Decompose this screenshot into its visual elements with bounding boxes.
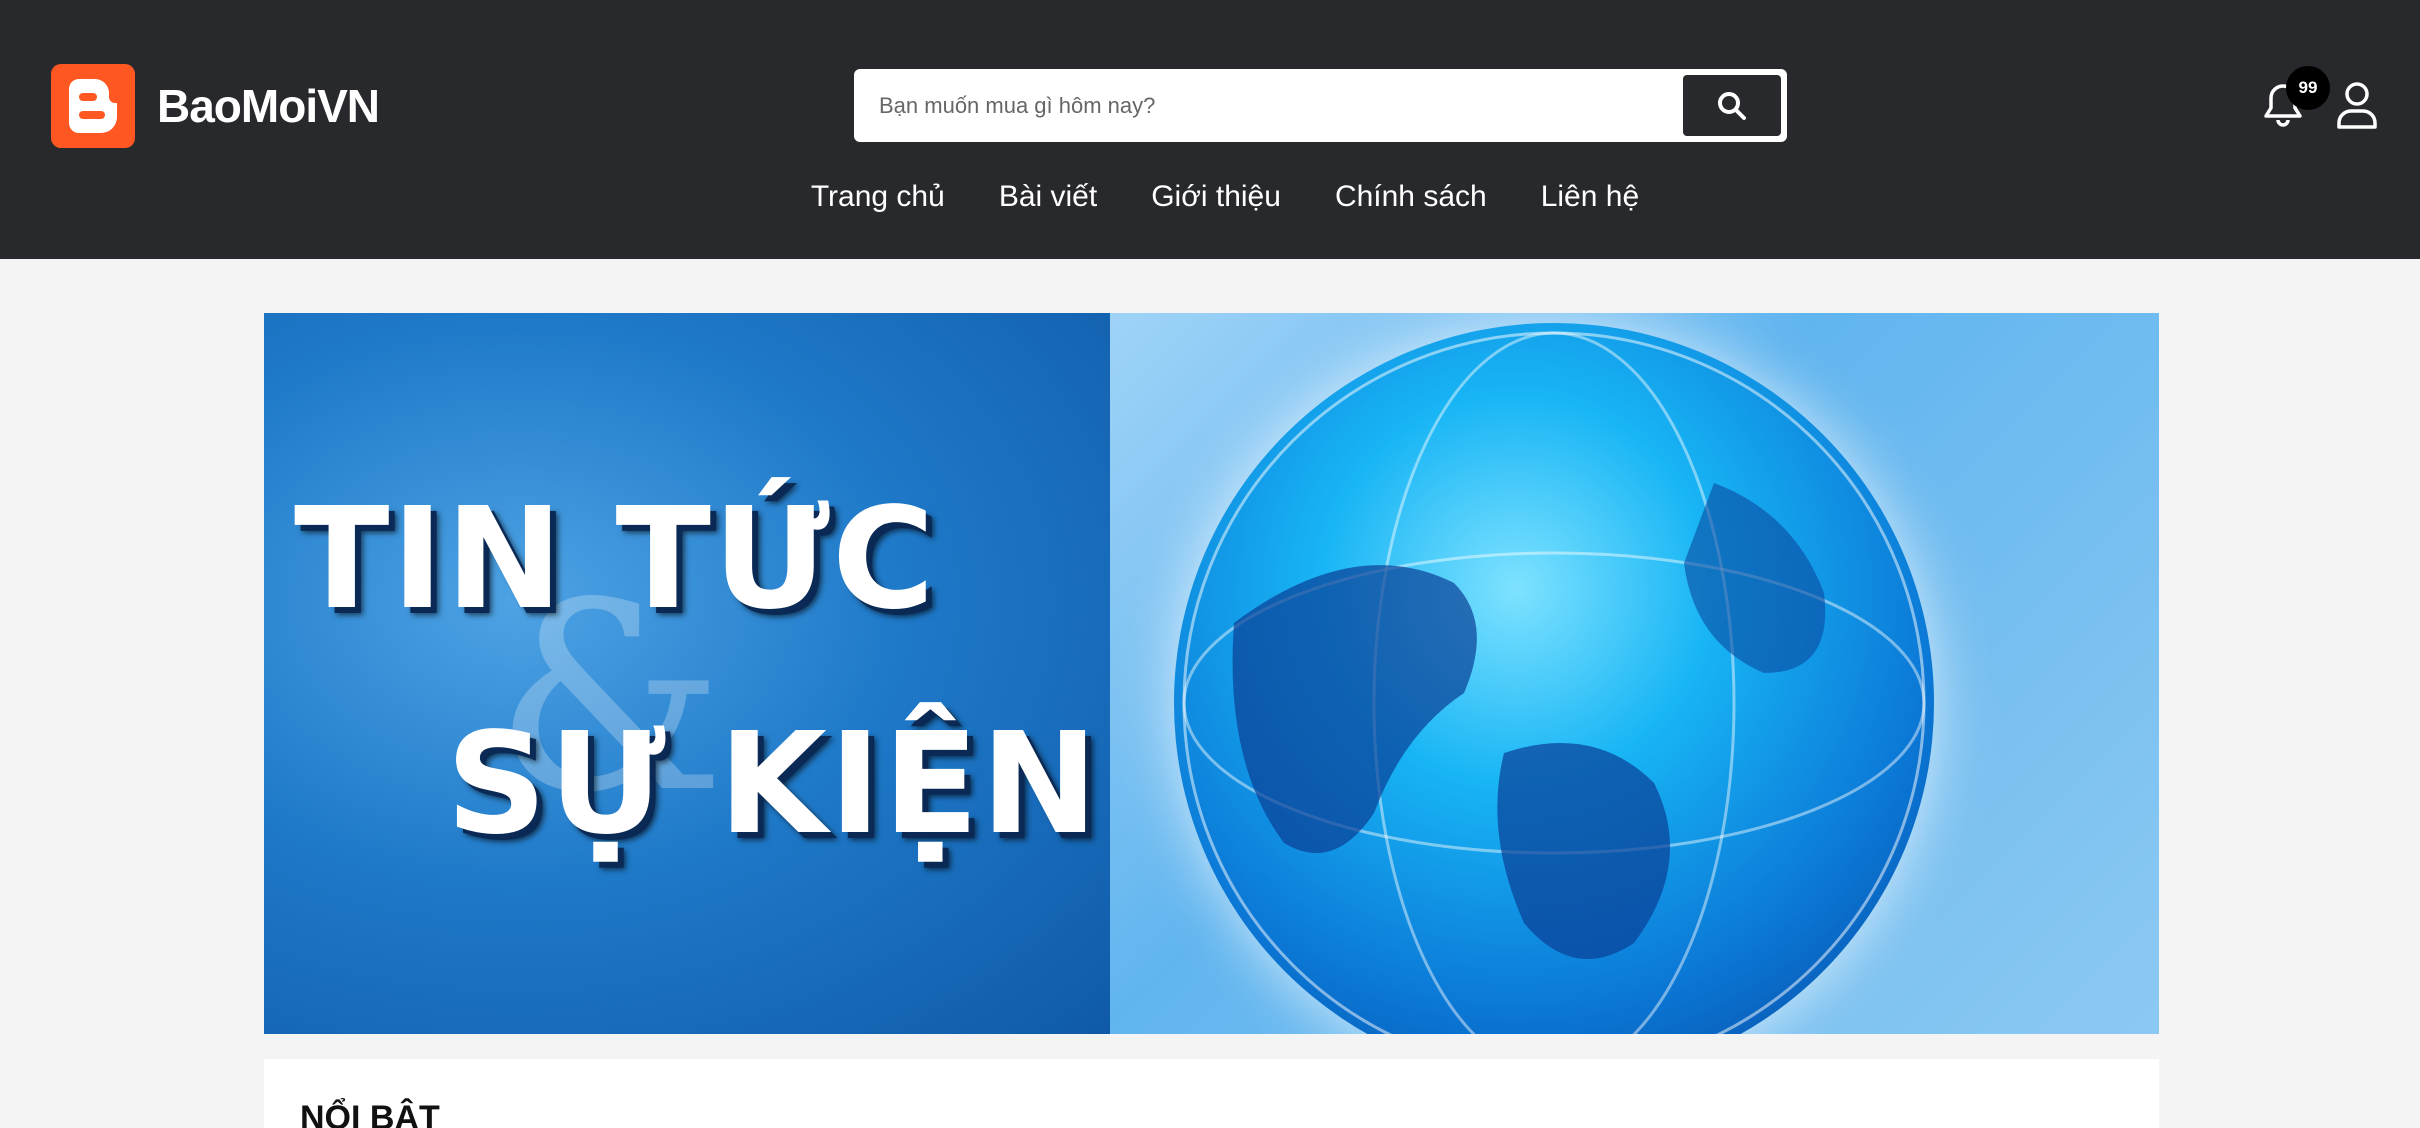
banner-title-line1: TIN TỨC <box>294 478 937 641</box>
nav-item-posts[interactable]: Bài viết <box>999 180 1097 214</box>
nav-item-home[interactable]: Trang chủ <box>811 180 945 214</box>
hero-banner[interactable]: & TIN TỨC SỰ KIỆN <box>264 313 2159 1034</box>
brand-logo[interactable]: BaoMoiVN <box>51 64 380 148</box>
brand-name: BaoMoiVN <box>157 80 380 132</box>
search-button[interactable] <box>1683 75 1781 136</box>
search-bar <box>854 69 1787 142</box>
section-title: NỔI BẬT <box>300 1099 440 1128</box>
nav-item-contact[interactable]: Liên hệ <box>1541 180 1639 214</box>
search-input[interactable] <box>879 72 1659 139</box>
main-nav: Trang chủ Bài viết Giới thiệu Chính sách… <box>0 180 2420 214</box>
nav-item-policy[interactable]: Chính sách <box>1335 180 1487 214</box>
globe-image <box>1174 323 1934 1034</box>
nav-item-about[interactable]: Giới thiệu <box>1151 180 1281 214</box>
user-icon[interactable] <box>2335 80 2379 130</box>
featured-section: NỔI BẬT <box>264 1059 2159 1128</box>
site-header: BaoMoiVN 99 Trang chủ Bài viết Giới thiệ… <box>0 0 2420 259</box>
banner-title-line2: SỰ KIỆN <box>446 703 1100 866</box>
search-icon <box>1718 91 1746 120</box>
notification-badge: 99 <box>2286 66 2330 110</box>
blogger-icon <box>51 64 135 148</box>
